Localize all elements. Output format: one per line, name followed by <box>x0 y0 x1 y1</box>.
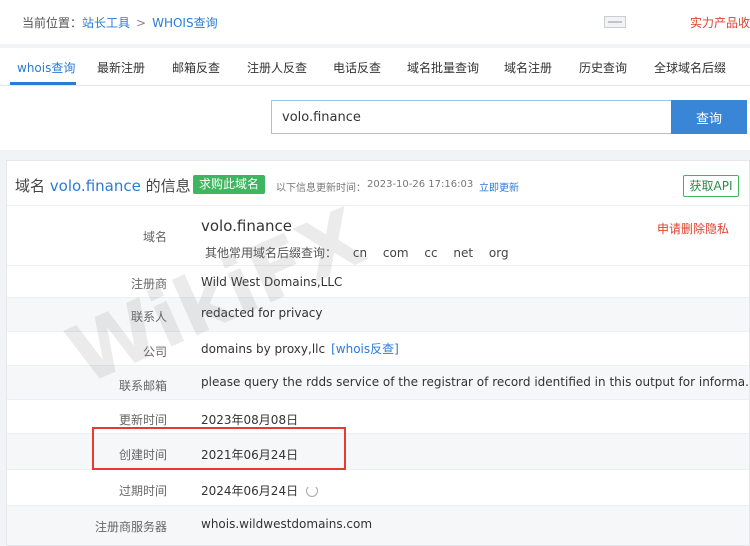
created-date-highlight <box>92 427 346 470</box>
whois-result-panel: 域名 volo.finance 的信息 求购此域名 以下信息更新时间： 2023… <box>6 160 750 546</box>
update-time-value: 2023-10-26 17:16:03 <box>367 179 474 190</box>
search-button[interactable]: 查询 <box>671 100 747 134</box>
row-registrar: 注册商 Wild West Domains,LLC <box>7 265 749 297</box>
tab-global-suffix[interactable]: 全球域名后缀 <box>654 59 726 76</box>
row-label: 过期时间 <box>118 484 167 498</box>
expires-value-wrap: 2024年06月24日 <box>201 482 319 499</box>
update-time-label: 以下信息更新时间： <box>276 183 366 194</box>
company-value-wrap: domains by proxy,llc [whois反查] <box>201 340 399 357</box>
domain-value: volo.finance <box>201 217 293 235</box>
tab-batch-query[interactable]: 域名批量查询 <box>407 59 479 76</box>
expires-value: 2024年06月24日 <box>201 484 299 498</box>
panel-title-prefix: 域名 <box>15 177 46 195</box>
buy-domain-button[interactable]: 求购此域名 <box>193 175 266 194</box>
domain-search-input[interactable] <box>271 100 671 134</box>
row-company: 公司 domains by proxy,llc [whois反查] <box>7 331 749 365</box>
loading-spinner-icon <box>306 485 319 497</box>
whois-reverse-link[interactable]: [whois反查] <box>331 342 399 356</box>
get-api-button[interactable]: 获取API <box>683 175 739 197</box>
request-privacy-removal-link[interactable]: 申请删除隐私 <box>657 220 729 237</box>
row-label: 联系邮箱 <box>118 379 167 393</box>
suffix-link-cc[interactable]: cc <box>424 246 437 260</box>
registrar-server-value: whois.wildwestdomains.com <box>201 517 373 531</box>
updated-value: 2023年08月08日 <box>201 413 299 427</box>
breadcrumb-tools-link[interactable]: 站长工具 <box>82 16 130 30</box>
tab-latest-registration[interactable]: 最新注册 <box>97 59 145 76</box>
row-label: 更新时间 <box>118 413 167 427</box>
top-bar: 当前位置：站长工具 > WHOIS查询 实力产品收 <box>0 0 750 44</box>
row-domain: 域名 volo.finance 申请删除隐私 其他常用域名后缀查询： cn co… <box>7 205 749 265</box>
row-label: 注册商 <box>130 277 167 291</box>
row-label: 联系人 <box>130 310 167 324</box>
row-contact: 联系人 redacted for privacy <box>7 297 749 331</box>
row-expires: 过期时间 2024年06月24日 <box>7 469 749 505</box>
breadcrumb-separator: > <box>136 16 147 30</box>
tab-domain-register[interactable]: 域名注册 <box>504 59 552 76</box>
row-label: 域名 <box>142 230 167 244</box>
suffix-link-cn[interactable]: cn <box>353 246 367 260</box>
toolbar-icon[interactable] <box>604 16 626 28</box>
panel-title-suffix: 的信息 <box>145 177 191 195</box>
breadcrumb: 当前位置：站长工具 > WHOIS查询 <box>22 14 218 31</box>
other-suffixes: 其他常用域名后缀查询： cn com cc net org <box>205 244 509 261</box>
panel-title-domain: volo.finance <box>49 177 141 195</box>
panel-title: 域名 volo.finance 的信息 <box>15 175 191 196</box>
other-suffixes-label: 其他常用域名后缀查询： <box>205 246 338 260</box>
row-email: 联系邮箱 please query the rdds service of th… <box>7 365 750 399</box>
suffix-link-com[interactable]: com <box>383 246 409 260</box>
row-registrar-server: 注册商服务器 whois.wildwestdomains.com <box>7 505 749 545</box>
row-label: 注册商服务器 <box>94 520 167 534</box>
active-tab-indicator <box>10 82 76 85</box>
suffix-link-net[interactable]: net <box>453 246 473 260</box>
tab-email-reverse[interactable]: 邮箱反查 <box>172 59 220 76</box>
breadcrumb-location-label: 当前位置： <box>22 16 83 30</box>
breadcrumb-current[interactable]: WHOIS查询 <box>152 16 218 30</box>
tab-history[interactable]: 历史查询 <box>579 59 627 76</box>
email-value: please query the rdds service of the reg… <box>201 375 750 389</box>
registrar-value: Wild West Domains,LLC <box>201 275 343 289</box>
row-label: 公司 <box>142 345 167 359</box>
tab-whois[interactable]: whois查询 <box>17 59 75 76</box>
tab-registrant-reverse[interactable]: 注册人反查 <box>247 59 307 76</box>
promo-link[interactable]: 实力产品收 <box>690 14 750 31</box>
contact-value: redacted for privacy <box>201 306 323 320</box>
suffix-link-org[interactable]: org <box>489 246 509 260</box>
search-area: 查询 <box>0 86 750 150</box>
update-now-link[interactable]: 立即更新 <box>479 179 519 194</box>
company-value: domains by proxy,llc <box>201 342 326 356</box>
tool-tabs: whois查询 最新注册 邮箱反查 注册人反查 电话反查 域名批量查询 域名注册… <box>0 48 750 86</box>
tab-phone-reverse[interactable]: 电话反查 <box>333 59 381 76</box>
